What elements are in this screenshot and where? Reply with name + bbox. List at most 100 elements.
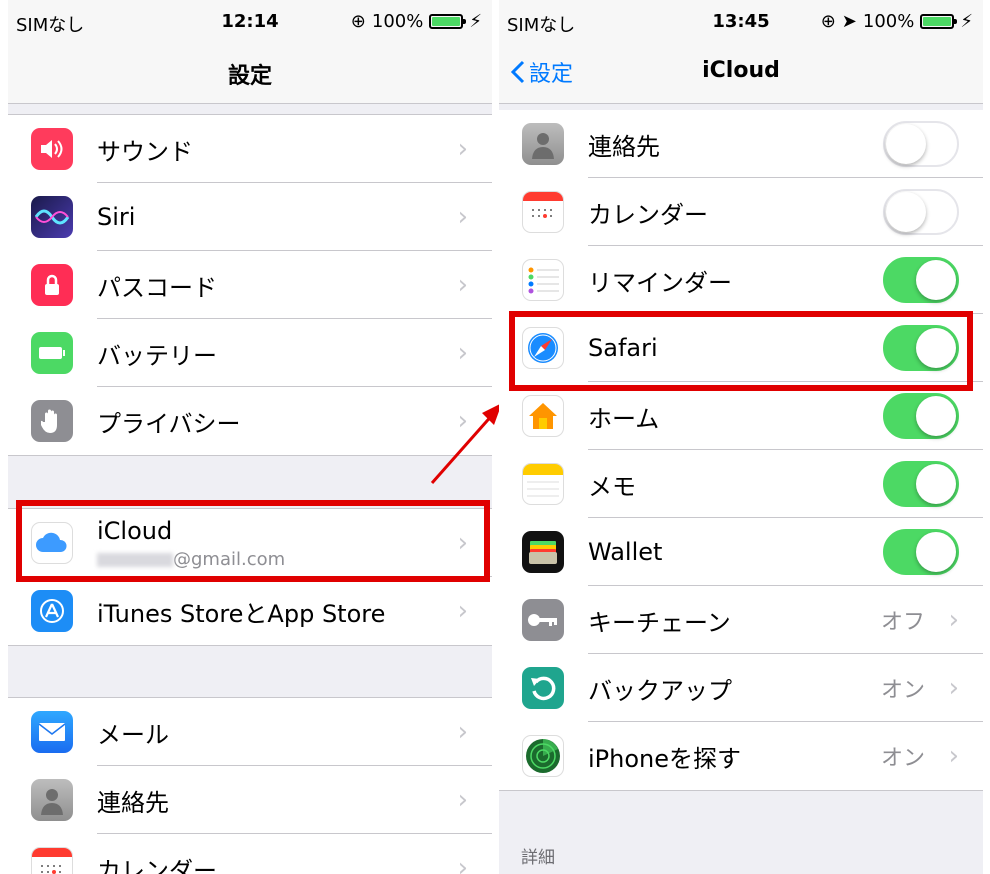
- charging-icon: ⚡: [960, 11, 973, 32]
- email-domain: @gmail.com: [173, 549, 286, 570]
- icloud-item-label: Safari: [588, 334, 658, 362]
- rotation-lock-icon: ⊕: [820, 11, 836, 32]
- settings-item-itunes-app-store[interactable]: iTunes StoreとApp Store ›: [8, 577, 492, 645]
- chevron-right-icon: ›: [457, 785, 468, 815]
- page-title: iCloud: [702, 58, 780, 83]
- contacts-icon: [522, 123, 564, 165]
- icloud-item-notes: メモ: [499, 450, 983, 518]
- reminders-toggle[interactable]: [883, 257, 959, 303]
- battery-percent: 100%: [862, 11, 915, 32]
- wallet-toggle[interactable]: [883, 529, 959, 575]
- battery-icon: [920, 14, 958, 29]
- icloud-item-safari: Safari: [499, 314, 983, 382]
- icloud-item-contacts: 連絡先: [499, 110, 983, 178]
- settings-item-label: バッテリー: [97, 341, 217, 370]
- notes-icon: [522, 463, 564, 505]
- calendar-icon: [31, 847, 73, 874]
- chevron-right-icon: ›: [948, 741, 959, 771]
- lock-icon: [31, 264, 73, 306]
- status-bar: SIMなし 12:14 ⊕ 100% ⚡: [8, 0, 492, 42]
- account-email: @gmail.com: [97, 549, 285, 570]
- battery-percent: 100%: [371, 11, 424, 32]
- chevron-right-icon: ›: [457, 338, 468, 368]
- notes-toggle[interactable]: [883, 461, 959, 507]
- home-icon: [522, 395, 564, 437]
- find-iphone-status: オン: [880, 746, 925, 771]
- settings-item-label: iTunes StoreとApp Store: [97, 599, 386, 628]
- chevron-right-icon: ›: [457, 270, 468, 300]
- settings-item-label: iCloud: [97, 517, 173, 545]
- keychain-status: オフ: [880, 610, 925, 635]
- settings-item-contacts[interactable]: 連絡先 ›: [8, 766, 492, 834]
- settings-item-icloud[interactable]: iCloud @gmail.com ›: [8, 509, 492, 577]
- icloud-icon: [31, 522, 73, 564]
- backup-icon: [522, 667, 564, 709]
- settings-item-battery[interactable]: バッテリー ›: [8, 319, 492, 387]
- icloud-item-label: カレンダー: [588, 200, 708, 229]
- page-title: 設定: [227, 64, 272, 89]
- icloud-item-label: 連絡先: [588, 132, 660, 161]
- icloud-item-keychain[interactable]: キーチェーン オフ ›: [499, 586, 983, 654]
- status-right: ⊕ ➤ 100% ⚡: [821, 11, 973, 32]
- settings-item-sound[interactable]: サウンド ›: [8, 115, 492, 183]
- settings-item-label: パスコード: [97, 273, 217, 302]
- icloud-item-label: ホーム: [588, 404, 660, 433]
- settings-item-label: 連絡先: [97, 788, 169, 817]
- chevron-right-icon: ›: [457, 717, 468, 747]
- wallet-icon: [522, 531, 564, 573]
- hand-icon: [31, 400, 73, 442]
- icloud-apps-group: 連絡先 カレンダー リマインダー Safari ホーム メモ Wallet キー…: [499, 110, 983, 791]
- safari-toggle[interactable]: [883, 325, 959, 371]
- settings-item-label: メール: [97, 720, 169, 749]
- reminders-icon: [522, 259, 564, 301]
- chevron-right-icon: ›: [948, 605, 959, 635]
- backup-status: オン: [880, 678, 925, 703]
- chevron-right-icon: ›: [948, 673, 959, 703]
- icloud-item-label: Wallet: [588, 538, 663, 566]
- icloud-item-label: リマインダー: [588, 268, 732, 297]
- settings-item-passcode[interactable]: パスコード ›: [8, 251, 492, 319]
- icloud-item-calendar: カレンダー: [499, 178, 983, 246]
- section-header-details: 詳細: [521, 848, 555, 868]
- calendar-toggle[interactable]: [883, 189, 959, 235]
- icloud-item-wallet: Wallet: [499, 518, 983, 586]
- contacts-icon: [31, 779, 73, 821]
- settings-item-siri[interactable]: Siri ›: [8, 183, 492, 251]
- icloud-item-backup[interactable]: バックアップ オン ›: [499, 654, 983, 722]
- settings-item-label: カレンダー: [97, 856, 217, 874]
- icloud-item-label: バックアップ: [588, 676, 732, 705]
- settings-item-label: Siri: [97, 203, 136, 231]
- location-icon: ➤: [841, 11, 857, 32]
- icloud-item-find-iphone[interactable]: iPhoneを探す オン ›: [499, 722, 983, 790]
- sound-icon: [31, 128, 73, 170]
- safari-icon: [522, 327, 564, 369]
- icloud-item-reminders: リマインダー: [499, 246, 983, 314]
- settings-group-2: iCloud @gmail.com › iTunes StoreとApp Sto…: [8, 508, 492, 646]
- battery-icon: [31, 332, 73, 374]
- settings-group-3: メール › 連絡先 › カレンダー ›: [8, 697, 492, 874]
- home-toggle[interactable]: [883, 393, 959, 439]
- contacts-toggle[interactable]: [883, 121, 959, 167]
- status-right: ⊕ 100% ⚡: [351, 11, 482, 32]
- icloud-item-label: メモ: [588, 472, 636, 501]
- chevron-right-icon: ›: [457, 596, 468, 626]
- settings-item-calendar[interactable]: カレンダー ›: [8, 834, 492, 874]
- icloud-screen: SIMなし 13:45 ⊕ ➤ 100% ⚡ 設定 iCloud 連絡先 カレン…: [499, 0, 983, 874]
- chevron-right-icon: ›: [457, 853, 468, 874]
- charging-icon: ⚡: [469, 11, 482, 32]
- calendar-icon: [522, 191, 564, 233]
- chevron-right-icon: ›: [457, 134, 468, 164]
- rotation-lock-icon: ⊕: [350, 11, 366, 32]
- settings-item-mail[interactable]: メール ›: [8, 698, 492, 766]
- battery-icon: [429, 14, 467, 29]
- siri-icon: [31, 196, 73, 238]
- chevron-right-icon: ›: [457, 202, 468, 232]
- nav-bar: 設定 iCloud: [499, 42, 983, 104]
- mail-icon: [31, 711, 73, 753]
- icloud-item-home: ホーム: [499, 382, 983, 450]
- nav-bar: 設定: [8, 42, 492, 104]
- icloud-item-label: iPhoneを探す: [588, 744, 742, 773]
- key-icon: [522, 599, 564, 641]
- chevron-right-icon: ›: [457, 528, 468, 558]
- settings-item-label: プライバシー: [97, 409, 241, 438]
